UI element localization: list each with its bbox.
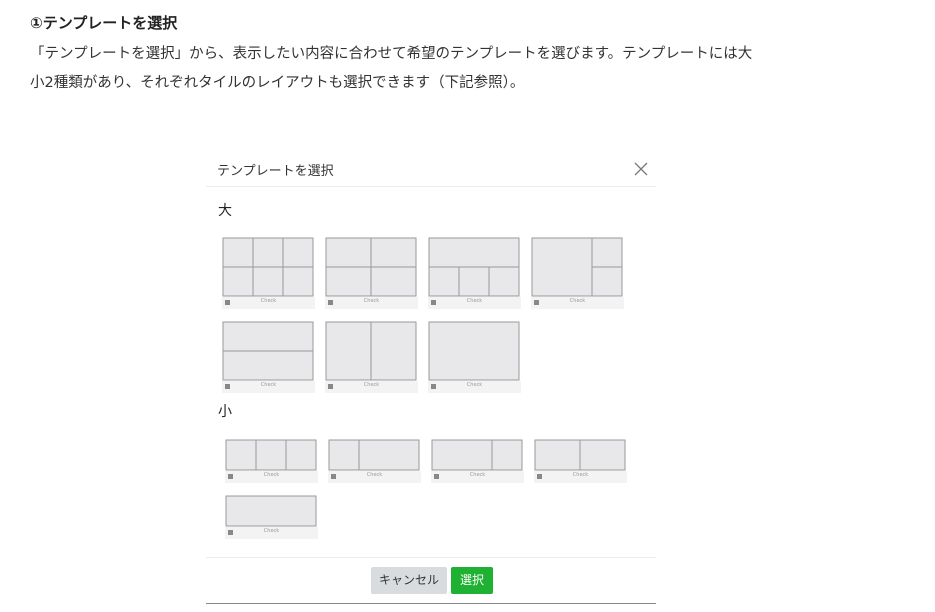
template-dialog: テンプレートを選択 大 Check Check Check Check Chec… (206, 150, 656, 604)
template-caption: Check (569, 298, 586, 304)
layout-preview-icon (428, 237, 520, 297)
large-section-label: 大 (218, 203, 232, 219)
template-footer: Check (222, 381, 315, 393)
template-footer: Check (225, 527, 318, 539)
template-small-narrow-left[interactable]: Check (328, 439, 421, 483)
template-footer: Check (431, 471, 524, 483)
template-small-single[interactable]: Check (225, 495, 318, 539)
dialog-title: テンプレートを選択 (217, 164, 334, 179)
layout-preview-icon (222, 237, 314, 297)
divider (206, 186, 656, 187)
description-line: 小2種類があり、それぞれタイルのレイアウトも選択できます（下記参照）。 (30, 75, 525, 91)
template-caption: Check (466, 298, 483, 304)
template-footer: Check (531, 297, 624, 309)
template-caption: Check (260, 382, 277, 388)
template-large-big-left[interactable]: Check (531, 237, 624, 309)
select-button[interactable]: 選択 (451, 567, 493, 594)
layout-preview-icon (325, 321, 417, 381)
layout-preview-icon (428, 321, 520, 381)
template-caption: Check (263, 528, 280, 534)
cancel-button[interactable]: キャンセル (371, 567, 447, 594)
template-footer: Check (325, 297, 418, 309)
small-section-label: 小 (218, 404, 232, 420)
template-large-2-cols[interactable]: Check (325, 321, 418, 393)
template-footer: Check (534, 471, 627, 483)
template-footer: Check (428, 297, 521, 309)
layout-preview-icon (531, 237, 623, 297)
section-heading: ①テンプレートを選択 (30, 14, 178, 32)
template-footer: Check (328, 471, 421, 483)
template-caption: Check (366, 472, 383, 478)
divider (206, 557, 656, 558)
layout-preview-icon (328, 439, 420, 471)
description-line: 「テンプレートを選択」から、表示したい内容に合わせて希望のテンプレートを選びます… (30, 46, 753, 62)
template-footer: Check (428, 381, 521, 393)
description: 「テンプレートを選択」から、表示したい内容に合わせて希望のテンプレートを選びます… (30, 40, 840, 98)
layout-preview-icon (431, 439, 523, 471)
dialog-border (206, 603, 656, 604)
template-large-1-over-3[interactable]: Check (428, 237, 521, 309)
template-footer: Check (325, 381, 418, 393)
close-icon[interactable] (633, 161, 649, 177)
template-large-2x2[interactable]: Check (325, 237, 418, 309)
template-small-narrow-right[interactable]: Check (431, 439, 524, 483)
layout-preview-icon (222, 321, 314, 381)
template-large-2x3[interactable]: Check (222, 237, 315, 309)
template-caption: Check (466, 382, 483, 388)
template-caption: Check (572, 472, 589, 478)
template-footer: Check (225, 471, 318, 483)
template-caption: Check (363, 298, 380, 304)
template-small-2-cols[interactable]: Check (534, 439, 627, 483)
template-small-3-cols[interactable]: Check (225, 439, 318, 483)
layout-preview-icon (225, 495, 317, 527)
template-caption: Check (469, 472, 486, 478)
template-caption: Check (263, 472, 280, 478)
template-large-2-rows[interactable]: Check (222, 321, 315, 393)
layout-preview-icon (325, 237, 417, 297)
template-large-single[interactable]: Check (428, 321, 521, 393)
template-caption: Check (363, 382, 380, 388)
layout-preview-icon (225, 439, 317, 471)
layout-preview-icon (534, 439, 626, 471)
template-caption: Check (260, 298, 277, 304)
template-footer: Check (222, 297, 315, 309)
